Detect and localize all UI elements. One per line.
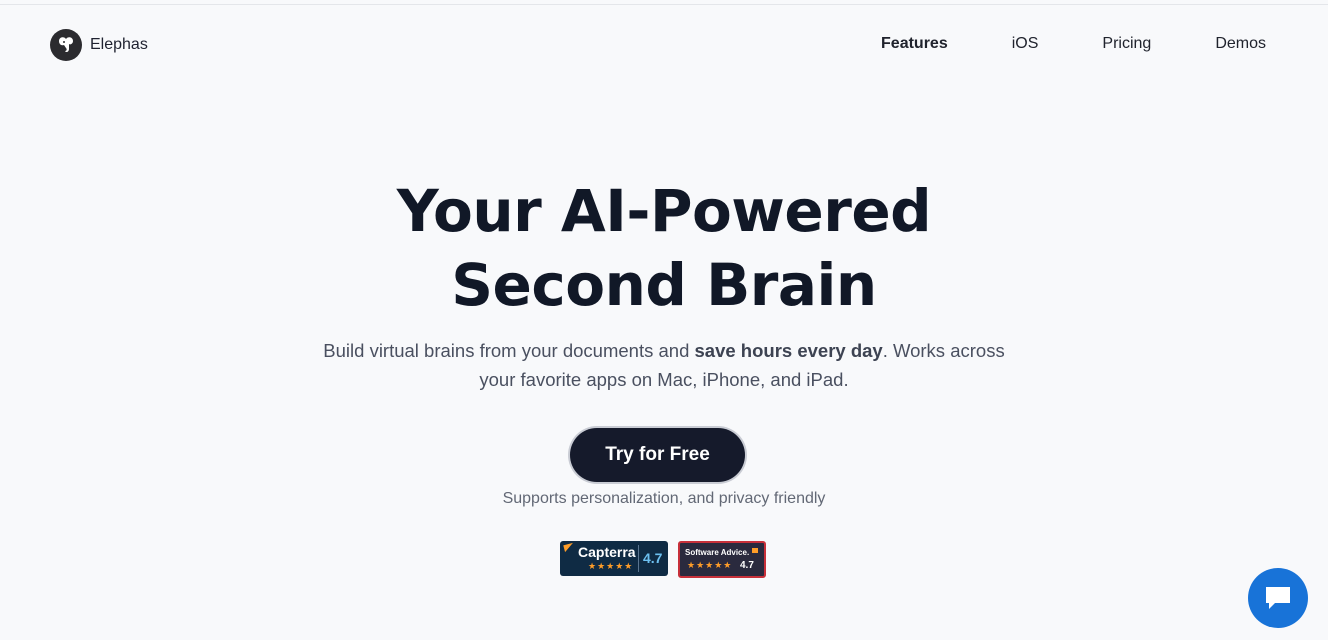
main-nav: Features iOS Pricing Demos xyxy=(817,35,1266,53)
brand-link[interactable]: Elephas xyxy=(50,29,148,61)
nav-features[interactable]: Features xyxy=(881,35,948,53)
capterra-name: Capterra xyxy=(578,544,636,560)
capterra-flag-icon xyxy=(563,542,575,553)
subtitle-bold: save hours every day xyxy=(694,340,883,361)
top-divider xyxy=(0,4,1328,5)
hero-title: Your AI-Powered Second Brain xyxy=(0,174,1328,322)
elephant-icon xyxy=(50,29,82,61)
software-advice-stars: ★★★★★ xyxy=(687,560,733,570)
capterra-divider xyxy=(638,545,639,572)
privacy-note: Supports personalization, and privacy fr… xyxy=(502,490,826,507)
hero-subtitle: Build virtual brains from your documents… xyxy=(314,336,1014,394)
hero-title-line2: Second Brain xyxy=(451,251,877,319)
software-advice-name: Software Advice. xyxy=(685,548,750,557)
nav-ios[interactable]: iOS xyxy=(1012,35,1039,53)
software-advice-score: 4.7 xyxy=(740,560,754,571)
subtitle-part1: Build virtual brains from your documents… xyxy=(323,340,695,361)
chat-bubble-icon xyxy=(1266,587,1290,609)
software-advice-badge[interactable]: Software Advice. ★★★★★ 4.7 xyxy=(678,541,766,578)
capterra-badge[interactable]: Capterra ★★★★★ 4.7 xyxy=(560,541,668,576)
try-for-free-button[interactable]: Try for Free xyxy=(570,428,745,482)
nav-demos[interactable]: Demos xyxy=(1215,35,1266,53)
chat-button[interactable] xyxy=(1248,568,1308,628)
rating-badges: Capterra ★★★★★ 4.7 Software Advice. ★★★★… xyxy=(560,541,766,578)
hero-title-line1: Your AI-Powered xyxy=(396,177,932,245)
capterra-score: 4.7 xyxy=(643,550,663,566)
software-advice-flag-icon xyxy=(752,548,758,553)
capterra-stars: ★★★★★ xyxy=(588,561,634,571)
nav-pricing[interactable]: Pricing xyxy=(1102,35,1151,53)
brand-name: Elephas xyxy=(90,36,148,53)
